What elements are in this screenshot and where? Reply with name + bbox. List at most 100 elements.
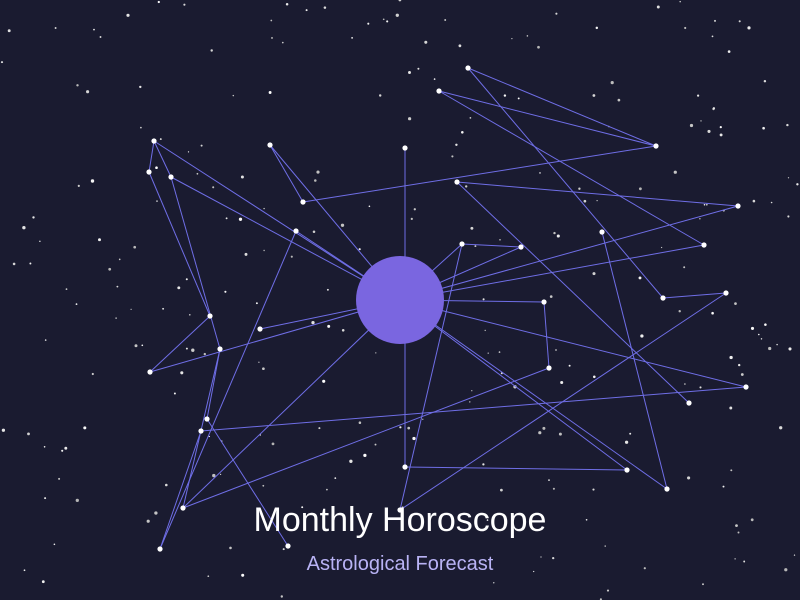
star-icon: [293, 228, 299, 234]
star-icon: [735, 203, 741, 209]
constellation-line: [148, 140, 155, 173]
star-icon: [53, 543, 56, 546]
star-icon: [730, 469, 733, 472]
constellation-line: [404, 466, 628, 471]
star-icon: [711, 35, 714, 38]
star-icon: [542, 426, 546, 430]
star-icon: [41, 580, 45, 584]
constellation-line: [302, 145, 657, 203]
star-icon: [229, 546, 232, 550]
horoscope-banner: Monthly Horoscope Astrological Forecast: [0, 0, 800, 600]
star-icon: [592, 488, 595, 491]
star-icon: [596, 199, 598, 202]
star-icon: [12, 262, 16, 266]
star-icon: [159, 138, 162, 141]
star-icon: [151, 138, 157, 144]
star-icon: [340, 223, 345, 227]
star-icon: [185, 347, 188, 350]
star-icon: [638, 187, 642, 191]
star-icon: [285, 3, 289, 6]
star-icon: [734, 302, 737, 305]
star-icon: [58, 477, 61, 480]
star-icon: [707, 129, 711, 133]
star-icon: [285, 543, 291, 549]
star-icon: [0, 61, 4, 64]
star-icon: [32, 216, 35, 219]
star-icon: [189, 314, 191, 316]
star-icon: [255, 302, 258, 305]
star-icon: [374, 443, 377, 446]
star-icon: [268, 91, 272, 94]
star-icon: [610, 81, 614, 85]
star-icon: [487, 352, 489, 354]
star-icon: [1, 428, 6, 432]
star-icon: [402, 145, 408, 151]
star-icon: [93, 28, 95, 31]
star-icon: [740, 373, 744, 376]
star-icon: [263, 207, 265, 210]
star-icon: [454, 179, 460, 185]
star-icon: [617, 98, 621, 102]
star-icon: [711, 311, 714, 315]
star-icon: [500, 488, 503, 492]
star-icon: [640, 334, 644, 338]
star-icon: [578, 187, 581, 190]
star-icon: [44, 339, 47, 341]
star-icon: [684, 26, 687, 30]
star-icon: [779, 426, 783, 430]
star-icon: [7, 29, 11, 33]
star-icon: [130, 308, 132, 310]
star-icon: [465, 185, 468, 188]
star-icon: [770, 201, 773, 204]
star-icon: [341, 329, 345, 332]
star-icon: [558, 432, 562, 436]
star-icon: [395, 13, 399, 17]
star-icon: [326, 288, 329, 291]
star-icon: [327, 324, 331, 328]
star-icon: [747, 26, 751, 30]
star-icon: [165, 483, 168, 487]
star-icon: [198, 428, 204, 434]
star-icon: [727, 50, 731, 53]
star-icon: [43, 446, 46, 448]
star-icon: [351, 36, 354, 39]
star-icon: [433, 78, 436, 80]
star-icon: [408, 117, 412, 121]
star-icon: [471, 390, 473, 392]
star-icon: [75, 303, 78, 305]
star-icon: [469, 401, 471, 403]
star-icon: [156, 200, 158, 202]
star-icon: [552, 487, 555, 490]
star-icon: [624, 467, 630, 473]
star-icon: [258, 361, 260, 363]
star-icon: [375, 352, 377, 354]
star-icon: [729, 406, 733, 410]
star-icon: [413, 208, 416, 211]
star-icon: [660, 246, 663, 249]
star-icon: [787, 215, 790, 218]
star-icon: [549, 295, 553, 298]
star-icon: [624, 440, 629, 444]
star-icon: [719, 126, 722, 129]
constellation-line: [200, 386, 747, 432]
star-icon: [629, 432, 632, 435]
constellation-line: [399, 299, 668, 490]
sun-icon: [356, 256, 444, 344]
star-icon: [689, 123, 694, 128]
star-icon: [262, 367, 265, 371]
star-icon: [305, 9, 308, 12]
star-icon: [115, 317, 117, 319]
star-icon: [240, 175, 244, 179]
star-icon: [141, 344, 144, 347]
star-icon: [147, 369, 153, 375]
star-icon: [98, 238, 101, 242]
star-icon: [538, 431, 542, 435]
star-icon: [363, 453, 367, 458]
star-icon: [705, 203, 708, 206]
star-icon: [722, 485, 725, 488]
star-icon: [796, 183, 799, 186]
star-icon: [703, 204, 706, 206]
page-title: Monthly Horoscope: [253, 501, 547, 539]
star-icon: [410, 217, 413, 221]
star-icon: [503, 94, 507, 97]
